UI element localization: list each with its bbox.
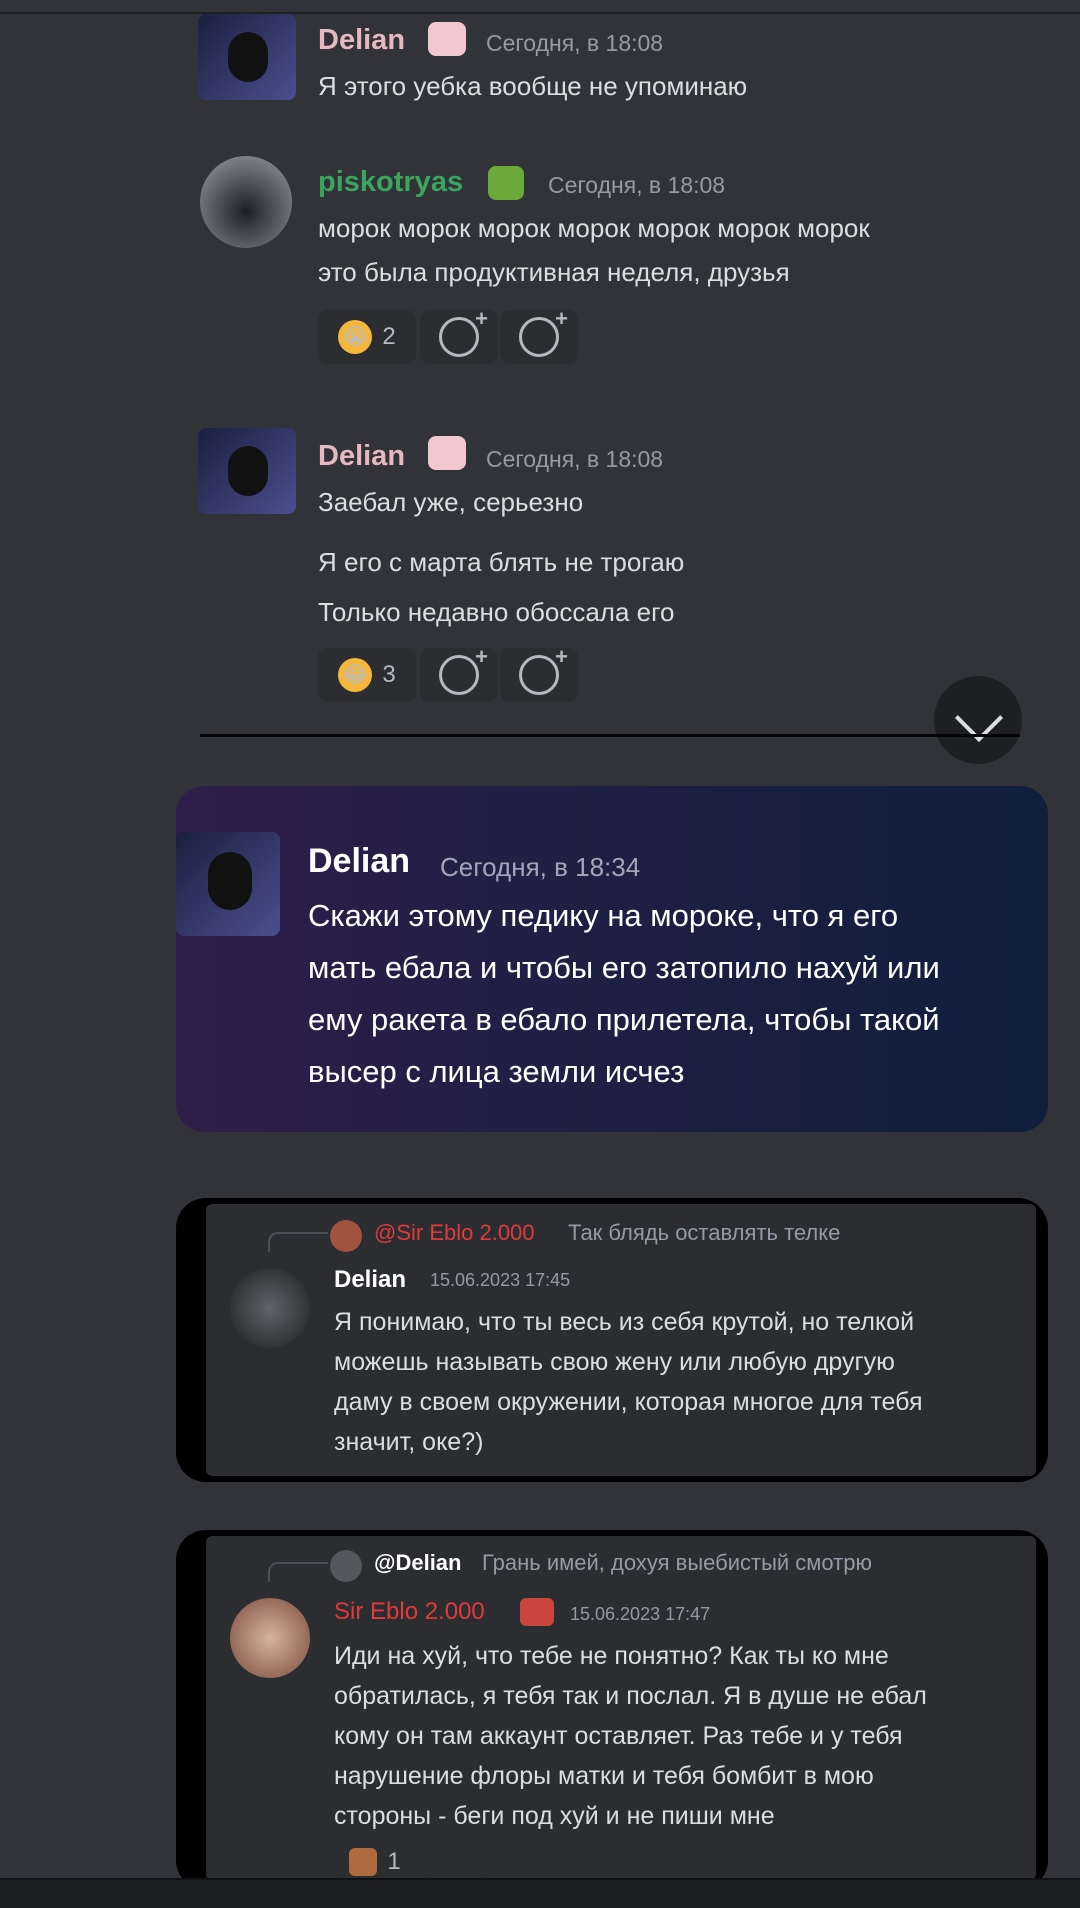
avatar-emoji-icon: [349, 1848, 378, 1876]
username[interactable]: Delian: [334, 1266, 406, 1294]
message-line: это была продуктивная неделя, друзья: [318, 257, 790, 287]
message-line: Только недавно обоссала его: [318, 597, 675, 627]
reaction[interactable]: 😭 2: [318, 310, 416, 364]
reaction-count: 3: [382, 661, 396, 688]
add-super-reaction-icon: [519, 644, 568, 695]
reply-preview-text[interactable]: Грань имей, дохуя выебистый смотрю: [482, 1550, 872, 1576]
reaction-count: 1: [387, 1848, 401, 1875]
reaction[interactable]: 1: [334, 1846, 416, 1878]
message-line: Заебал уже, серьезно: [318, 487, 584, 517]
message-line: Иди на хуй, что тебе не понятно? Как ты …: [334, 1642, 889, 1670]
message-line: значит, оке?): [334, 1428, 484, 1456]
username[interactable]: Delian: [318, 440, 405, 473]
add-super-reaction-button[interactable]: [500, 644, 578, 702]
reply-preview-text[interactable]: Так блядь оставлять телке: [568, 1220, 840, 1246]
user-badge-icon: [428, 436, 466, 470]
reply-avatar: [330, 1550, 362, 1582]
message-line: нарушение флоры матки и тебя бомбит в мо…: [334, 1762, 874, 1790]
reply-username[interactable]: @Sir Eblo 2.000: [374, 1220, 535, 1246]
message-text: Я этого уебка вообще не упоминаю: [318, 71, 748, 101]
message-line: кому он там аккаунт оставляет. Раз тебе …: [334, 1722, 903, 1750]
timestamp: Сегодня, в 18:08: [486, 446, 664, 472]
add-reaction-button[interactable]: [420, 644, 498, 702]
message-line: можешь называть свою жену или любую друг…: [334, 1348, 895, 1376]
username[interactable]: Delian: [308, 842, 410, 881]
avatar[interactable]: [230, 1268, 310, 1348]
message-line: обратилась, я тебя так и послал. Я в душ…: [334, 1682, 927, 1710]
message-line: ему ракета в ебало прилетела, чтобы тако…: [308, 1002, 940, 1037]
add-reaction-icon: [439, 306, 488, 357]
timestamp: Сегодня, в 18:34: [440, 852, 641, 882]
avatar[interactable]: [198, 14, 296, 100]
add-super-reaction-button[interactable]: [496, 1846, 566, 1878]
message-line: Скажи этому педику на мороке, что я его: [308, 898, 899, 933]
avatar[interactable]: [200, 156, 292, 248]
steak-badge-icon: [520, 1598, 554, 1626]
top-divider: [0, 12, 1080, 14]
reply-avatar: [330, 1220, 362, 1252]
reply-username[interactable]: @Delian: [374, 1550, 461, 1576]
crying-laugh-emoji-icon: 😭: [338, 320, 373, 354]
reaction-count: 2: [382, 323, 396, 350]
message-line: даму в своем окружении, которая многое д…: [334, 1388, 923, 1416]
reply-connector: [268, 1562, 328, 1582]
username[interactable]: Delian: [318, 24, 405, 57]
message-line: морок морок морок морок морок морок моро…: [318, 213, 870, 243]
timestamp: Сегодня, в 18:08: [548, 172, 726, 198]
username[interactable]: piskotryas: [318, 166, 463, 199]
message-line: Я его с марта блять не трогаю: [318, 547, 685, 577]
message-line: высер с лица земли исчез: [308, 1054, 685, 1089]
reply-connector: [268, 1232, 328, 1252]
add-reaction-button[interactable]: [420, 1846, 490, 1878]
message-line: стороны - беги под хуй и не пиши мне: [334, 1802, 775, 1830]
add-reaction-button[interactable]: [420, 306, 498, 364]
user-badge-icon: [488, 166, 524, 200]
add-super-reaction-button[interactable]: [500, 306, 578, 364]
avatar[interactable]: [230, 1598, 310, 1678]
avatar[interactable]: [176, 832, 280, 936]
username[interactable]: Sir Eblo 2.000: [334, 1598, 485, 1626]
timestamp: Сегодня, в 18:08: [486, 30, 664, 56]
reaction[interactable]: 😂 3: [318, 648, 416, 702]
bottom-bar: [0, 1878, 1080, 1908]
timestamp: 15.06.2023 17:47: [570, 1604, 711, 1624]
avatar[interactable]: [198, 428, 296, 514]
user-badge-icon: [428, 22, 466, 56]
add-reaction-icon: [439, 644, 488, 695]
scroll-down-button[interactable]: [934, 676, 1022, 764]
divider: [200, 734, 1020, 737]
message-line: Я понимаю, что ты весь из себя крутой, н…: [334, 1308, 915, 1336]
timestamp: 15.06.2023 17:45: [430, 1270, 571, 1290]
laugh-emoji-icon: 😂: [338, 658, 373, 692]
add-super-reaction-icon: [519, 306, 568, 357]
message-line: мать ебала и чтобы его затопило нахуй ил…: [308, 950, 940, 985]
